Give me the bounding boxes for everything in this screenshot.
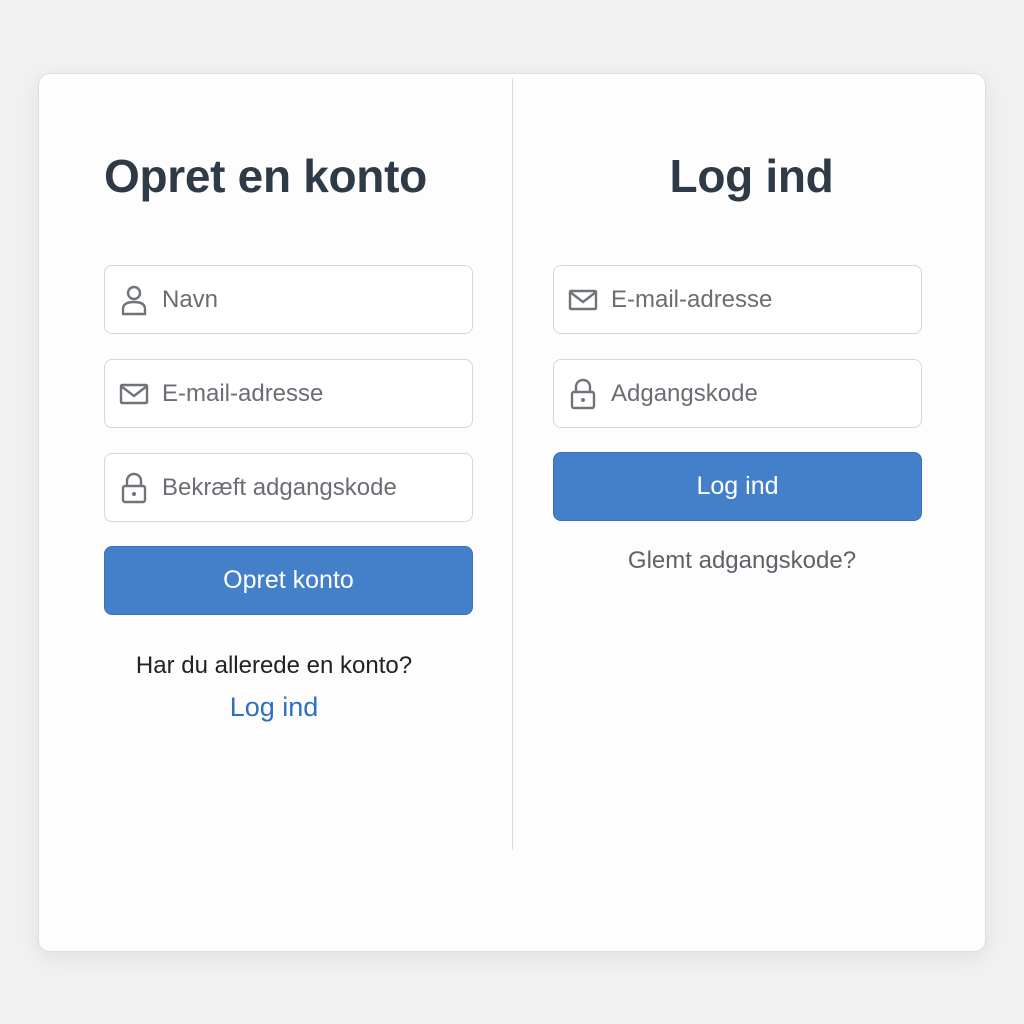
envelope-icon (554, 266, 611, 333)
login-title: Log ind (669, 150, 834, 202)
create-account-button[interactable]: Opret konto (104, 546, 473, 615)
name-field (104, 265, 473, 334)
login-password-input[interactable] (611, 360, 921, 427)
signup-email-field (104, 359, 473, 428)
lock-icon (554, 360, 611, 427)
login-panel: Log ind Log ind Glemt adgangskode? (553, 74, 922, 951)
person-icon (105, 266, 162, 333)
signup-title: Opret en konto (104, 150, 427, 202)
divider (512, 78, 513, 850)
confirm-password-field (104, 453, 473, 522)
login-email-input[interactable] (611, 266, 921, 333)
auth-card: Opret en konto Navn E-mail-adresse Opret… (38, 73, 986, 952)
login-email-field (553, 265, 922, 334)
lock-icon (105, 454, 162, 521)
confirm-password-input[interactable] (162, 454, 472, 521)
signup-panel: Opret en konto Navn E-mail-adresse Opret… (104, 74, 473, 951)
envelope-icon (105, 360, 162, 427)
forgot-password-link[interactable]: Glemt adgangskode? (553, 547, 931, 575)
signup-email-input[interactable] (162, 360, 472, 427)
existing-account-prompt: Har du allerede en konto? (135, 652, 413, 679)
login-button[interactable]: Log ind (553, 452, 922, 521)
login-link[interactable]: Log ind (104, 692, 444, 723)
login-password-field (553, 359, 922, 428)
name-input[interactable] (162, 266, 472, 333)
